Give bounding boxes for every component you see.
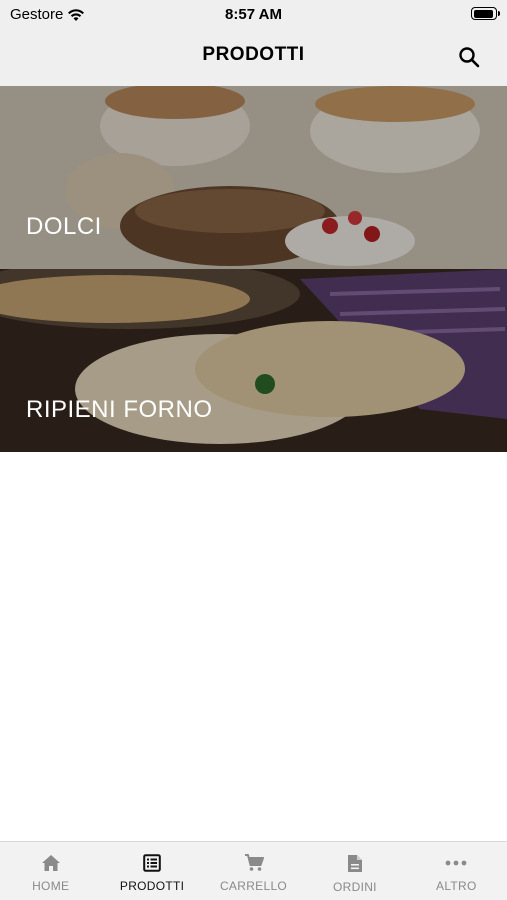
category-overlay — [0, 269, 507, 452]
category-card-ripieni-forno[interactable]: RIPIENI FORNO — [0, 269, 507, 452]
category-label-ripieni-forno: RIPIENI FORNO — [26, 396, 213, 423]
tab-home[interactable]: HOME — [0, 842, 101, 900]
home-icon — [41, 855, 60, 871]
category-card-dolci[interactable]: DOLCI — [0, 86, 507, 269]
document-icon — [347, 855, 362, 872]
tab-prodotti[interactable]: PRODOTTI — [101, 842, 202, 900]
tab-label-altro: ALTRO — [436, 879, 477, 893]
navigation-bar: PRODOTTI — [0, 30, 507, 86]
tab-ordini[interactable]: ORDINI — [304, 842, 405, 900]
tab-bar: HOME PRODOTTI CARRELLO ORDINI ALTRO — [0, 841, 507, 900]
clock: 8:57 AM — [225, 6, 282, 23]
cart-icon — [244, 854, 264, 871]
tab-label-prodotti: PRODOTTI — [119, 879, 185, 893]
tab-label-ordini: ORDINI — [333, 880, 377, 894]
tab-label-carrello: CARRELLO — [219, 879, 288, 893]
search-button[interactable] — [455, 43, 483, 71]
battery-icon — [471, 7, 500, 20]
tab-carrello[interactable]: CARRELLO — [203, 842, 304, 900]
tab-label-home: HOME — [32, 879, 70, 893]
status-bar: Gestore 8:57 AM — [0, 0, 507, 30]
list-icon — [143, 854, 161, 872]
search-icon — [459, 47, 480, 68]
page-title: PRODOTTI — [202, 44, 305, 65]
tab-altro[interactable]: ALTRO — [406, 842, 507, 900]
more-icon — [445, 860, 467, 866]
category-label-dolci: DOLCI — [26, 213, 102, 240]
category-overlay — [0, 86, 507, 269]
